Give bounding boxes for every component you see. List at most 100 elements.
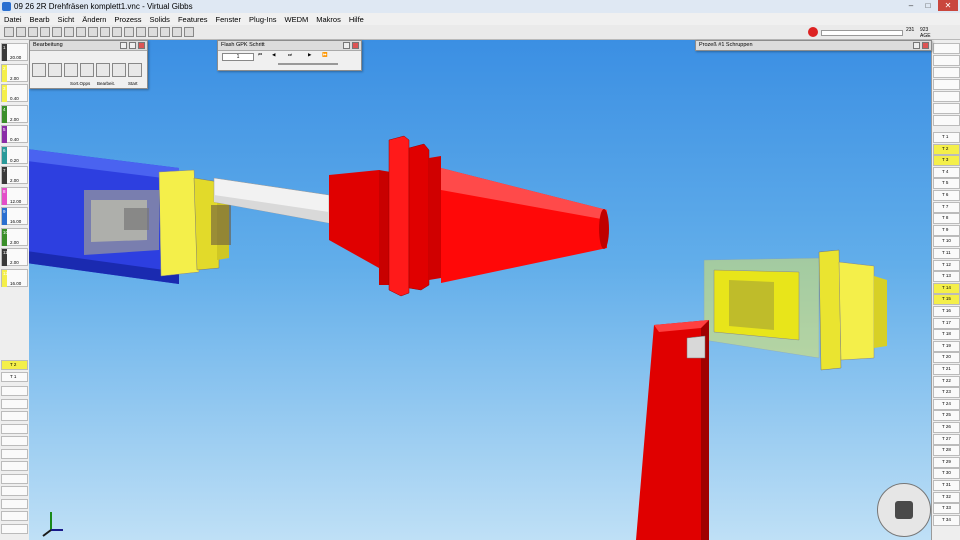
toolbar-button-15[interactable] bbox=[172, 27, 182, 37]
maximize-button[interactable]: □ bbox=[921, 0, 935, 11]
right-tool-slot[interactable]: T 32 bbox=[933, 491, 960, 503]
left-tool-slot-4[interactable]: 4 2.00 bbox=[1, 104, 28, 123]
left-tool-slot-2[interactable]: 2 2.00 bbox=[1, 63, 28, 82]
left-empty-slot[interactable] bbox=[1, 473, 28, 484]
right-tool-slot[interactable]: T 24 bbox=[933, 398, 960, 410]
toolbar-button-4[interactable] bbox=[40, 27, 50, 37]
menu-hilfe[interactable]: Hilfe bbox=[345, 15, 368, 24]
start-button[interactable]: Start bbox=[128, 81, 138, 86]
right-view-button-6[interactable] bbox=[933, 103, 960, 114]
toolbar-button-10[interactable] bbox=[112, 27, 122, 37]
toolbar-button-13[interactable] bbox=[148, 27, 158, 37]
left-tool-slot-9[interactable]: 9 16.00 bbox=[1, 207, 28, 225]
right-tool-slot[interactable]: T 21 bbox=[933, 364, 960, 375]
panel-flash-min[interactable] bbox=[343, 42, 350, 49]
left-tool-slot-6[interactable]: 6 0.20 bbox=[1, 145, 28, 164]
playback-back-icon[interactable]: ◀ bbox=[272, 52, 275, 58]
right-tool-slot[interactable]: T 18 bbox=[933, 329, 960, 341]
left-empty-slot[interactable] bbox=[1, 411, 28, 421]
speed-slider[interactable] bbox=[278, 63, 338, 65]
left-lower-slot-1[interactable]: T 2 bbox=[1, 360, 28, 370]
right-view-button-1[interactable] bbox=[933, 43, 960, 54]
left-empty-slot[interactable] bbox=[1, 448, 28, 459]
toolbar-button-2[interactable] bbox=[16, 27, 26, 37]
left-tool-slot-1[interactable]: 1 20.00 bbox=[1, 43, 28, 61]
toolbar-button-6[interactable] bbox=[64, 27, 74, 37]
right-tool-slot[interactable]: T 15 bbox=[933, 294, 960, 306]
left-tool-slot-11[interactable]: 11 2.00 bbox=[1, 248, 28, 266]
panel-bearbeitung-help[interactable] bbox=[120, 42, 127, 49]
left-tool-slot-8[interactable]: 8 12.00 bbox=[1, 186, 28, 205]
right-tool-slot[interactable]: T 27 bbox=[933, 433, 960, 445]
menu-plugins[interactable]: Plug-Ins bbox=[245, 15, 281, 24]
bearbeit-button[interactable]: Bearbeit. bbox=[97, 81, 115, 86]
menu-features[interactable]: Features bbox=[174, 15, 212, 24]
right-tool-slot[interactable]: T 34 bbox=[933, 514, 960, 526]
left-tool-slot-3[interactable]: 3 0.40 bbox=[1, 84, 28, 102]
right-tool-slot[interactable]: T 9 bbox=[933, 224, 960, 236]
right-tool-slot[interactable]: T 22 bbox=[933, 375, 960, 387]
right-tool-slot[interactable]: T 5 bbox=[933, 178, 960, 190]
toolbar-button-1[interactable] bbox=[4, 27, 14, 37]
menu-sicht[interactable]: Sicht bbox=[54, 15, 79, 24]
panel-bearbeitung-close[interactable] bbox=[138, 42, 145, 49]
toolbar-button-14[interactable] bbox=[160, 27, 170, 37]
toolbar-button-12[interactable] bbox=[136, 27, 146, 37]
right-tool-slot[interactable]: T 33 bbox=[933, 503, 960, 515]
panel-prozess-min[interactable] bbox=[913, 42, 920, 49]
menu-wedm[interactable]: WEDM bbox=[281, 15, 313, 24]
op-icon-1[interactable] bbox=[32, 63, 46, 77]
right-tool-slot[interactable]: T 20 bbox=[933, 352, 960, 364]
right-tool-slot[interactable]: T 14 bbox=[933, 282, 960, 294]
panel-prozess-close[interactable] bbox=[922, 42, 929, 49]
left-empty-slot[interactable] bbox=[1, 423, 28, 434]
left-tool-slot-7[interactable]: 7 2.00 bbox=[1, 166, 28, 184]
right-tool-slot[interactable]: T 11 bbox=[933, 248, 960, 259]
right-tool-slot[interactable]: T 2 bbox=[933, 143, 960, 155]
op-icon-5[interactable] bbox=[96, 63, 110, 77]
right-tool-slot[interactable]: T 16 bbox=[933, 306, 960, 317]
right-tool-slot[interactable]: T 17 bbox=[933, 317, 960, 329]
op-icon-6[interactable] bbox=[112, 63, 126, 77]
menu-ändern[interactable]: Ändern bbox=[78, 15, 110, 24]
op-icon-2[interactable] bbox=[48, 63, 62, 77]
menu-prozess[interactable]: Prozess bbox=[110, 15, 145, 24]
close-button[interactable]: ✕ bbox=[938, 0, 958, 11]
toolbar-button-9[interactable] bbox=[100, 27, 110, 37]
panel-flash-close[interactable] bbox=[352, 42, 359, 49]
step-input[interactable]: 1 bbox=[222, 53, 254, 61]
right-tool-slot[interactable]: T 12 bbox=[933, 259, 960, 271]
op-icon-3[interactable] bbox=[64, 63, 78, 77]
3d-viewport[interactable] bbox=[29, 40, 931, 540]
left-lower-slot-2[interactable]: T 1 bbox=[1, 372, 28, 382]
minimize-button[interactable]: – bbox=[904, 0, 918, 11]
right-tool-slot[interactable]: T 29 bbox=[933, 456, 960, 468]
menu-solids[interactable]: Solids bbox=[146, 15, 174, 24]
toolbar-button-5[interactable] bbox=[52, 27, 62, 37]
right-view-button-7[interactable] bbox=[933, 115, 960, 126]
left-empty-slot[interactable] bbox=[1, 486, 28, 496]
playback-rewind-icon[interactable]: ⏮ bbox=[258, 52, 262, 57]
left-tool-slot-5[interactable]: 5 0.40 bbox=[1, 125, 28, 143]
left-empty-slot[interactable] bbox=[1, 398, 28, 409]
right-tool-slot[interactable]: T 19 bbox=[933, 340, 960, 352]
right-tool-slot[interactable]: T 8 bbox=[933, 213, 960, 225]
left-empty-slot[interactable] bbox=[1, 498, 28, 509]
right-tool-slot[interactable]: T 13 bbox=[933, 271, 960, 283]
sort-opps-button[interactable]: Sort.Opps bbox=[70, 81, 90, 86]
right-tool-slot[interactable]: T 31 bbox=[933, 480, 960, 491]
left-empty-slot[interactable] bbox=[1, 511, 28, 521]
right-tool-slot[interactable]: T 28 bbox=[933, 445, 960, 457]
menu-makros[interactable]: Makros bbox=[312, 15, 345, 24]
left-tool-slot-12[interactable]: 12 16.00 bbox=[1, 268, 28, 287]
right-tool-slot[interactable]: T 23 bbox=[933, 387, 960, 399]
playback-end-icon[interactable]: ⏩ bbox=[322, 52, 328, 58]
navigation-cube-icon[interactable] bbox=[877, 483, 931, 537]
toolbar-button-8[interactable] bbox=[88, 27, 98, 37]
right-tool-slot[interactable]: T 6 bbox=[933, 190, 960, 201]
op-icon-4[interactable] bbox=[80, 63, 94, 77]
right-view-button-4[interactable] bbox=[933, 79, 960, 90]
right-tool-slot[interactable]: T 4 bbox=[933, 166, 960, 178]
right-tool-slot[interactable]: T 10 bbox=[933, 236, 960, 248]
right-tool-slot[interactable]: T 7 bbox=[933, 201, 960, 213]
